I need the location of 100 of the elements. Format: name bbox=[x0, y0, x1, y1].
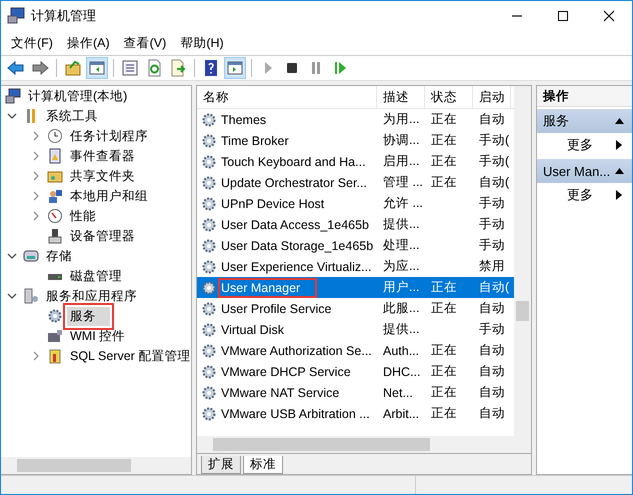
expand-chevron-icon[interactable] bbox=[31, 151, 41, 161]
tree-item[interactable]: 本地用户和组 bbox=[67, 186, 151, 206]
vertical-scrollbar[interactable] bbox=[514, 86, 531, 436]
column-header[interactable]: 描述 bbox=[377, 86, 425, 108]
tree-icon[interactable] bbox=[86, 57, 108, 79]
gear-icon bbox=[201, 384, 217, 400]
gear-icon bbox=[201, 300, 217, 316]
table-cell: Touch Keyboard and Ha... bbox=[221, 154, 366, 168]
action-item[interactable]: 更多 bbox=[537, 133, 632, 157]
table-row[interactable]: VMware NAT Service Net... 正在 自动 bbox=[197, 382, 514, 403]
table-row[interactable]: Time Broker 协调... 正在 手动( bbox=[197, 130, 514, 151]
table-cell: Themes bbox=[221, 112, 266, 126]
expand-chevron-icon[interactable] bbox=[31, 351, 41, 361]
menu-item[interactable]: 查看(V) bbox=[118, 34, 174, 52]
action-item[interactable]: 更多 bbox=[537, 183, 632, 207]
expand-chevron-icon[interactable] bbox=[31, 171, 41, 181]
table-cell: 自动 bbox=[479, 406, 505, 420]
table-row[interactable]: Themes 为用... 正在 自动 bbox=[197, 109, 514, 130]
table-row[interactable]: VMware DHCP Service DHC... 正在 自动 bbox=[197, 361, 514, 382]
tree-item[interactable]: SQL Server 配置管理 bbox=[67, 346, 191, 366]
table-cell: Virtual Disk bbox=[221, 322, 284, 336]
table-row[interactable]: User Data Access_1e465b 提供... 手动 bbox=[197, 214, 514, 235]
tree-item[interactable]: 服务 bbox=[67, 306, 110, 326]
gear-icon bbox=[201, 322, 217, 338]
column-header[interactable]: 名称 bbox=[197, 86, 377, 108]
table-cell: VMware Authorization Se... bbox=[221, 344, 372, 358]
computer-icon bbox=[5, 88, 21, 104]
tree-item[interactable]: 性能 bbox=[67, 206, 99, 226]
tree-item[interactable]: 设备管理器 bbox=[67, 226, 138, 246]
table-cell: 管理 ... bbox=[383, 175, 423, 189]
table-cell: User Data Storage_1e465b bbox=[221, 238, 374, 252]
tree-item[interactable]: 存储 bbox=[43, 246, 75, 266]
table-cell: User Manager bbox=[221, 280, 314, 294]
horizontal-scrollbar[interactable] bbox=[1, 457, 191, 474]
table-cell: 提供... bbox=[383, 217, 420, 231]
gear-icon bbox=[201, 406, 217, 422]
database-icon bbox=[47, 348, 63, 364]
expand-chevron-icon[interactable] bbox=[31, 131, 41, 141]
action-section-header[interactable]: 服务 bbox=[537, 109, 632, 133]
gauge-icon bbox=[47, 208, 63, 224]
table-cell: 为用... bbox=[383, 112, 420, 126]
tree-item[interactable]: 事件查看器 bbox=[67, 146, 138, 166]
tree-item[interactable]: 任务计划程序 bbox=[67, 126, 151, 146]
tree-item[interactable]: 服务和应用程序 bbox=[43, 286, 140, 306]
view-tab[interactable]: 标准 bbox=[243, 456, 283, 474]
tree-item[interactable]: WMI 控件 bbox=[67, 326, 128, 346]
table-cell: 自动 bbox=[479, 364, 505, 378]
column-header[interactable]: 启动 bbox=[473, 86, 511, 108]
tree-item[interactable]: 磁盘管理 bbox=[67, 266, 125, 286]
table-row[interactable]: Update Orchestrator Ser... 管理 ... 正在 自动( bbox=[197, 172, 514, 193]
collapse-icon[interactable] bbox=[615, 168, 624, 174]
horizontal-scrollbar[interactable] bbox=[197, 436, 531, 453]
gear-icon bbox=[201, 280, 217, 296]
expand-chevron-icon[interactable] bbox=[31, 211, 41, 221]
menu-item[interactable]: 文件(F) bbox=[5, 34, 61, 52]
table-cell: VMware NAT Service bbox=[221, 386, 340, 400]
users-icon bbox=[47, 188, 63, 204]
drive-icon bbox=[23, 248, 39, 264]
table-row[interactable]: Virtual Disk 提供... 手动 bbox=[197, 319, 514, 340]
table-row[interactable]: VMware Authorization Se... Auth... 正在 自动 bbox=[197, 340, 514, 361]
table-cell: VMware USB Arbitration ... bbox=[221, 406, 370, 420]
collapse-chevron-icon[interactable] bbox=[7, 291, 17, 301]
table-row[interactable]: VMware USB Arbitration ... Arbit... 正在 自动 bbox=[197, 403, 514, 424]
table-cell: 正在 bbox=[431, 133, 457, 147]
table-row[interactable]: Touch Keyboard and Ha... 启用... 正在 手动( bbox=[197, 151, 514, 172]
table-cell: UPnP Device Host bbox=[221, 196, 324, 210]
tree-item[interactable]: 共享文件夹 bbox=[67, 166, 138, 186]
collapse-chevron-icon[interactable] bbox=[7, 251, 17, 261]
table-cell: 正在 bbox=[431, 406, 457, 420]
table-row[interactable]: UPnP Device Host 允许 ... 手动 bbox=[197, 193, 514, 214]
table-cell: 协调... bbox=[383, 133, 420, 147]
table-row[interactable]: User Manager 用户... 正在 自动( bbox=[197, 277, 514, 298]
gear-icon bbox=[201, 258, 217, 274]
table-cell: Auth... bbox=[383, 344, 420, 358]
table-cell: 自动( bbox=[479, 175, 510, 189]
tree-item[interactable]: 系统工具 bbox=[43, 106, 101, 126]
window-title: 计算机管理 bbox=[31, 7, 96, 25]
gear-icon bbox=[201, 154, 217, 170]
menu-item[interactable]: 操作(A) bbox=[60, 34, 118, 52]
table-row[interactable]: User Profile Service 此服... 正在 自动 bbox=[197, 298, 514, 319]
view-tab[interactable]: 扩展 bbox=[201, 456, 241, 474]
table-cell: 正在 bbox=[431, 343, 457, 357]
computer-icon bbox=[7, 7, 25, 25]
table-cell: 自动 bbox=[479, 112, 505, 126]
table-cell: 手动 bbox=[479, 217, 505, 231]
table-cell: User Experience Virtualiz... bbox=[221, 260, 372, 274]
table-cell: 自动 bbox=[479, 343, 505, 357]
table-row[interactable]: User Data Storage_1e465b 处理... 手动 bbox=[197, 235, 514, 256]
table-row[interactable]: User Experience Virtualiz... 为应... 禁用 bbox=[197, 256, 514, 277]
collapse-chevron-icon[interactable] bbox=[7, 111, 17, 121]
menu-item[interactable]: 帮助(H) bbox=[174, 34, 232, 52]
actionpane-icon[interactable] bbox=[224, 57, 246, 79]
column-header[interactable]: 状态 bbox=[425, 86, 473, 108]
table-cell: 正在 bbox=[431, 301, 457, 315]
table-cell: 此服... bbox=[383, 301, 420, 315]
expand-chevron-icon[interactable] bbox=[31, 191, 41, 201]
collapse-icon[interactable] bbox=[615, 118, 624, 124]
table-cell: 提供... bbox=[383, 322, 420, 336]
action-section-header[interactable]: User Man... bbox=[537, 159, 632, 183]
tree-item[interactable]: 计算机管理(本地) bbox=[25, 86, 130, 106]
